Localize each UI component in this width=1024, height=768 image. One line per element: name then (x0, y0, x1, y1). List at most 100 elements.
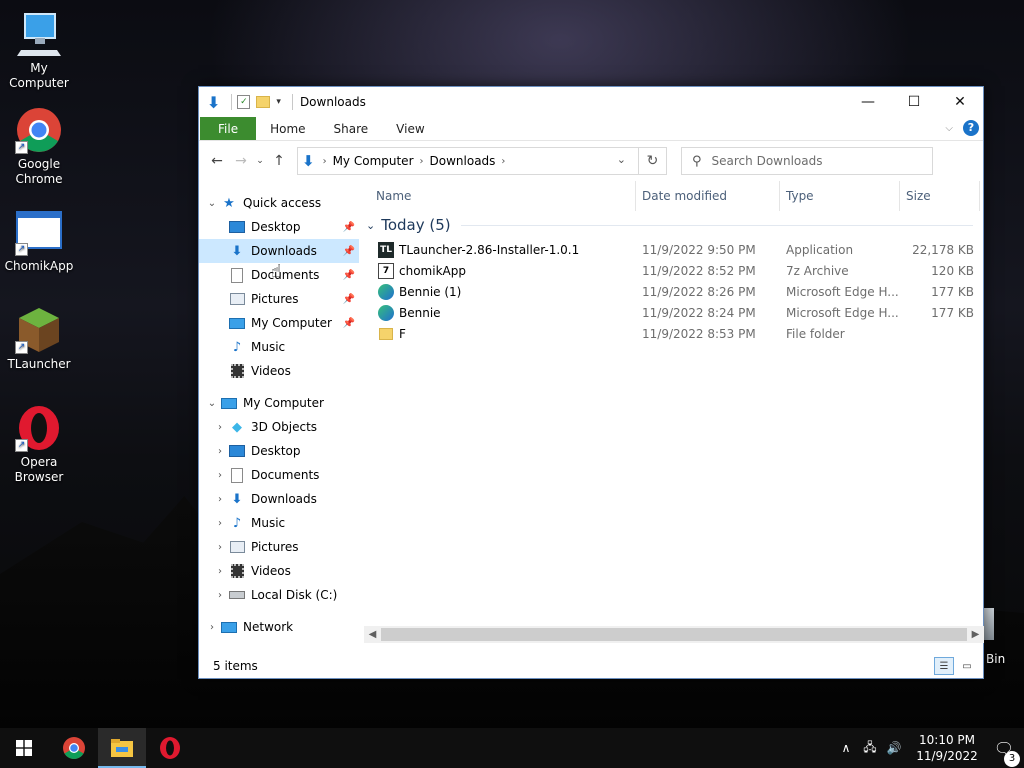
tab-share[interactable]: Share (320, 117, 383, 140)
horizontal-scrollbar[interactable]: ◀ ▶ (364, 626, 984, 643)
taskbar-opera[interactable] (146, 728, 194, 768)
tab-file[interactable]: File (200, 117, 257, 140)
expand-chevron-icon[interactable]: › (212, 566, 228, 577)
start-button[interactable] (0, 728, 48, 768)
search-input[interactable]: Search Downloads (712, 154, 823, 168)
tree-videos[interactable]: › Videos (199, 559, 359, 583)
expand-chevron-icon[interactable]: › (212, 542, 228, 553)
tree-music[interactable]: › ♪ Music (199, 511, 359, 535)
address-dropdown-icon[interactable]: ⌄ (617, 153, 626, 166)
breadcrumb-separator-icon[interactable]: › (323, 156, 327, 167)
properties-icon[interactable]: ✓ (237, 95, 251, 109)
search-box[interactable]: ⚲ Search Downloads (681, 147, 933, 175)
tree-item-label: Downloads (251, 492, 317, 506)
column-date-modified[interactable]: Date modified (636, 181, 780, 211)
tree-item-label: Music (251, 516, 286, 530)
up-arrow-icon[interactable]: ↑ (267, 153, 291, 169)
action-center-button[interactable]: 🗨 3 (984, 739, 1024, 767)
desktop-icon-opera[interactable]: ↗ Opera Browser (2, 404, 76, 485)
scroll-left-icon[interactable]: ◀ (364, 626, 381, 643)
show-hidden-icons-icon[interactable]: ∧ (834, 741, 858, 755)
back-arrow-icon[interactable]: ← (205, 153, 229, 169)
desktop-icon-label: ChomikApp (4, 259, 74, 273)
column-size[interactable]: Size (900, 181, 980, 211)
expand-chevron-icon[interactable]: › (212, 422, 228, 433)
breadcrumb-my-computer[interactable]: My Computer (333, 154, 414, 168)
desktop-icon-chomikapp[interactable]: ↗ ChomikApp (2, 208, 76, 274)
taskbar-file-explorer[interactable] (98, 728, 146, 768)
tree-item-label: My Computer (243, 396, 324, 410)
clock[interactable]: 10:10 PM 11/9/2022 (910, 732, 984, 764)
breadcrumb-separator-icon[interactable]: › (420, 156, 424, 167)
expand-chevron-icon[interactable]: › (204, 622, 220, 633)
collapse-chevron-icon[interactable]: ⌄ (204, 198, 220, 209)
tree-qa-pictures[interactable]: Pictures 📌 (199, 287, 359, 311)
tree-documents[interactable]: › Documents (199, 463, 359, 487)
title-bar[interactable]: ⬇ ✓ ▾ Downloads — ☐ ✕ (199, 87, 983, 117)
close-button[interactable]: ✕ (937, 87, 983, 117)
file-name: Bennie (1) (399, 284, 462, 299)
scrollbar-thumb[interactable] (381, 628, 967, 641)
expand-ribbon-icon[interactable]: ⌵ (945, 123, 953, 134)
tree-local-disk[interactable]: › Local Disk (C:) (199, 583, 359, 607)
breadcrumb-separator-icon[interactable]: › (501, 156, 505, 167)
maximize-button[interactable]: ☐ (891, 87, 937, 117)
file-name-cell: F (360, 326, 636, 342)
column-headers: Name Date modified Type Size (360, 181, 983, 211)
tree-network[interactable]: › Network (199, 615, 359, 639)
tree-qa-desktop[interactable]: Desktop 📌 (199, 215, 359, 239)
refresh-icon[interactable]: ↻ (638, 148, 666, 174)
desktop-icon-my-computer[interactable]: My Computer (2, 10, 76, 91)
tab-view[interactable]: View (382, 117, 438, 140)
desktop-icon-chrome[interactable]: ↗ Google Chrome (2, 106, 76, 187)
tree-desktop[interactable]: › Desktop (199, 439, 359, 463)
file-row[interactable]: 7 chomikApp 11/9/2022 8:52 PM 7z Archive… (360, 260, 983, 281)
collapse-chevron-icon[interactable]: ⌄ (204, 398, 220, 409)
minimize-button[interactable]: — (845, 87, 891, 117)
clock-time: 10:10 PM (919, 733, 975, 747)
new-folder-icon[interactable] (256, 96, 271, 108)
expand-chevron-icon[interactable]: › (212, 590, 228, 601)
ribbon-right: ⌵ ? (945, 120, 979, 136)
expand-chevron-icon[interactable]: › (212, 518, 228, 529)
tree-item-label: Documents (251, 268, 320, 282)
expand-chevron-icon[interactable]: › (212, 494, 228, 505)
tree-qa-downloads[interactable]: ⬇ Downloads 📌 (199, 239, 359, 263)
help-icon[interactable]: ? (963, 120, 979, 136)
tree-qa-my-computer[interactable]: My Computer 📌 (199, 311, 359, 335)
file-row[interactable]: Bennie (1) 11/9/2022 8:26 PM Microsoft E… (360, 281, 983, 302)
qat-dropdown-icon[interactable]: ▾ (276, 97, 281, 107)
expand-chevron-icon[interactable]: › (212, 446, 228, 457)
details-view-icon[interactable]: ☰ (934, 657, 954, 675)
tree-quick-access[interactable]: ⌄ ★ Quick access (199, 191, 359, 215)
large-icons-view-icon[interactable]: ▭ (957, 657, 977, 675)
scroll-right-icon[interactable]: ▶ (967, 626, 984, 643)
explorer-body: ⌄ ★ Quick access Desktop 📌 ⬇ Downloads 📌… (199, 181, 984, 651)
network-icon[interactable]: 🖧 (858, 738, 882, 759)
file-name: TLauncher-2.86-Installer-1.0.1 (399, 242, 580, 257)
collapse-chevron-icon[interactable]: ⌄ (366, 219, 375, 232)
tree-downloads[interactable]: › ⬇ Downloads (199, 487, 359, 511)
file-row[interactable]: TL TLauncher-2.86-Installer-1.0.1 11/9/2… (360, 239, 983, 260)
expand-chevron-icon[interactable]: › (212, 470, 228, 481)
volume-icon[interactable]: 🔊 (882, 741, 906, 755)
tree-pictures[interactable]: › Pictures (199, 535, 359, 559)
taskbar-chrome[interactable] (50, 728, 98, 768)
desktop-icon-tlauncher[interactable]: ↗ TLauncher (2, 306, 76, 372)
recent-locations-icon[interactable]: ⌄ (253, 156, 267, 166)
tree-my-computer[interactable]: ⌄ My Computer (199, 391, 359, 415)
tree-3d-objects[interactable]: › ◆ 3D Objects (199, 415, 359, 439)
address-bar[interactable]: ⬇ › My Computer › Downloads › ⌄ ↻ (297, 147, 667, 175)
tree-qa-videos[interactable]: Videos (199, 359, 359, 383)
tree-qa-music[interactable]: ♪ Music (199, 335, 359, 359)
file-explorer-window: ⬇ ✓ ▾ Downloads — ☐ ✕ File Home Share Vi… (198, 86, 984, 679)
file-row[interactable]: Bennie 11/9/2022 8:24 PM Microsoft Edge … (360, 302, 983, 323)
column-type[interactable]: Type (780, 181, 900, 211)
group-header-today[interactable]: ⌄ Today (5) (360, 211, 983, 239)
breadcrumb-downloads[interactable]: Downloads (430, 154, 496, 168)
tab-home[interactable]: Home (256, 117, 319, 140)
column-name[interactable]: Name (360, 181, 636, 211)
forward-arrow-icon[interactable]: → (229, 153, 253, 169)
file-row[interactable]: F 11/9/2022 8:53 PM File folder (360, 323, 983, 344)
